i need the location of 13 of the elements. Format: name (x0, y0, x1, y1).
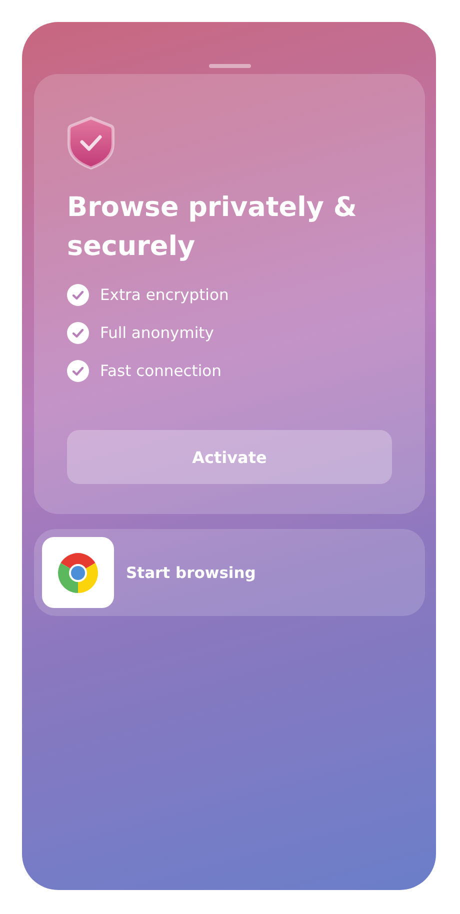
promo-title: Browse privately & securely (67, 191, 358, 264)
browser-row[interactable]: Start browsing (34, 529, 425, 616)
activate-button[interactable]: Activate (67, 430, 392, 484)
feature-text: Extra encryption (100, 285, 229, 306)
shield-check-icon (67, 116, 115, 170)
drag-handle[interactable] (208, 64, 250, 68)
check-icon (67, 322, 89, 344)
check-icon (67, 284, 89, 306)
check-icon (67, 360, 89, 382)
start-browsing-label: Start browsing (126, 564, 256, 582)
feature-text: Fast connection (100, 361, 222, 382)
feature-text: Full anonymity (100, 323, 214, 344)
browser-logo-icon (57, 552, 99, 594)
